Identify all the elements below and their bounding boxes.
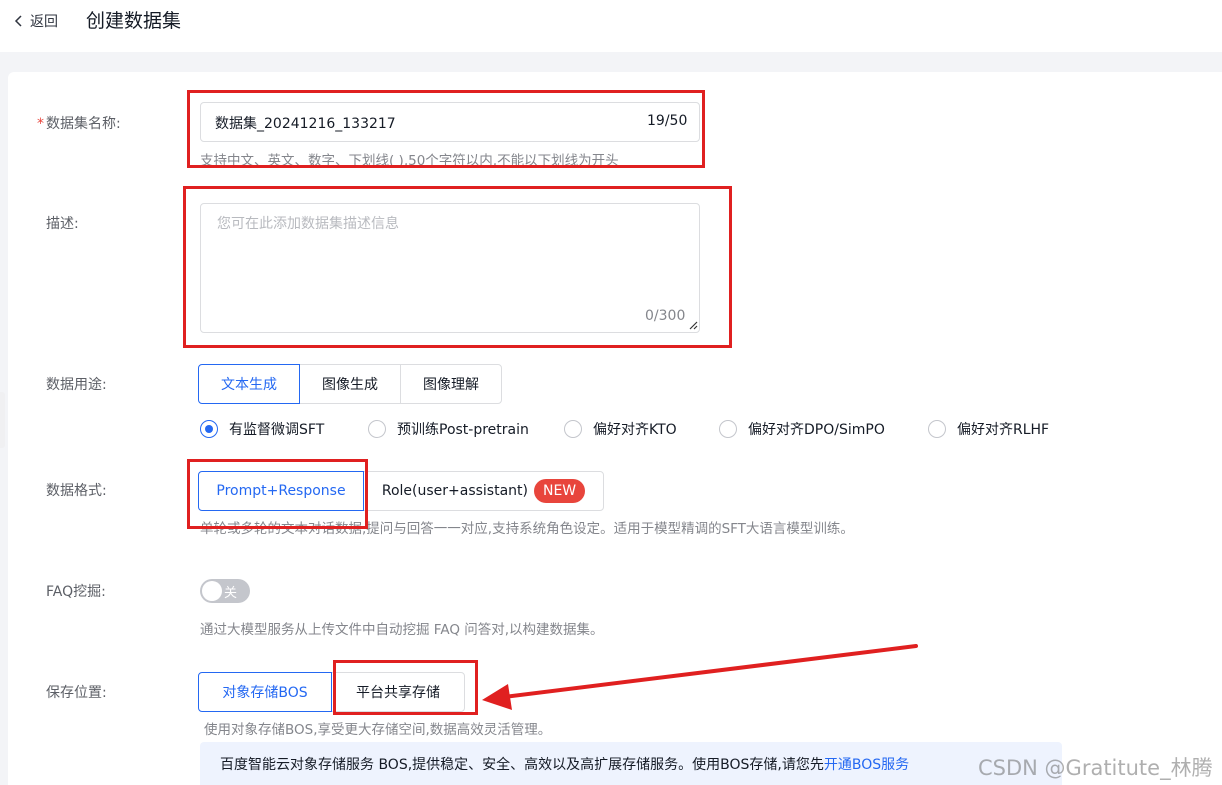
- new-badge: NEW: [533, 479, 586, 503]
- name-counter: 19/50: [647, 113, 688, 129]
- radio-unchecked-icon: [564, 420, 582, 438]
- radio-dpo-simpo[interactable]: 偏好对齐DPO/SimPO: [719, 419, 885, 439]
- tab-text-generation[interactable]: 文本生成: [198, 364, 300, 404]
- description-placeholder: 您可在此添加数据集描述信息: [217, 216, 399, 232]
- radio-checked-icon: [200, 420, 218, 438]
- open-bos-link[interactable]: 开通BOS服务: [824, 757, 909, 773]
- toggle-knob: [202, 581, 222, 601]
- storage-bos[interactable]: 对象存储BOS: [198, 672, 332, 712]
- storage-hint: 使用对象存储BOS,享受更大存储空间,数据高效灵活管理。: [204, 722, 552, 738]
- page-title: 创建数据集: [86, 10, 182, 32]
- storage-info-text: 百度智能云对象存储服务 BOS,提供稳定、安全、高效以及高扩展存储服务。使用BO…: [220, 757, 824, 773]
- tab-image-generation[interactable]: 图像生成: [299, 364, 401, 404]
- page-header: 返回 创建数据集: [0, 0, 1222, 52]
- storage-platform-shared[interactable]: 平台共享存储: [331, 672, 465, 712]
- back-label: 返回: [30, 14, 58, 30]
- resize-handle-icon[interactable]: [688, 320, 698, 330]
- description-counter: 0/300: [645, 308, 686, 324]
- faq-toggle[interactable]: 关: [200, 579, 250, 603]
- tab-image-understanding[interactable]: 图像理解: [400, 364, 502, 404]
- format-options: Prompt+Response Role(user+assistant) NEW: [198, 471, 604, 511]
- name-label: * 数据集名称:: [37, 116, 121, 132]
- usage-tabs: 文本生成 图像生成 图像理解: [198, 364, 502, 404]
- radio-sft[interactable]: 有监督微调SFT: [200, 419, 324, 439]
- radio-post-pretrain[interactable]: 预训练Post-pretrain: [368, 419, 529, 439]
- annotation-arrow-icon: [482, 644, 918, 710]
- faq-hint: 通过大模型服务从上传文件中自动挖掘 FAQ 问答对,以构建数据集。: [200, 622, 604, 638]
- faq-label: FAQ挖掘:: [46, 584, 106, 600]
- format-label: 数据格式:: [46, 483, 107, 499]
- radio-unchecked-icon: [928, 420, 946, 438]
- storage-label: 保存位置:: [46, 685, 107, 701]
- side-collapse-handle[interactable]: [0, 392, 5, 448]
- storage-options: 对象存储BOS 平台共享存储: [198, 672, 465, 712]
- radio-unchecked-icon: [719, 420, 737, 438]
- radio-rlhf[interactable]: 偏好对齐RLHF: [928, 419, 1049, 439]
- toggle-text: 关: [224, 586, 238, 601]
- name-hint: 支持中文、英文、数字、下划线( ),50个字符以内,不能以下划线为开头: [200, 153, 619, 169]
- chevron-left-icon: [14, 15, 22, 27]
- watermark: CSDN @Gratitute_林腾: [978, 756, 1213, 780]
- format-role[interactable]: Role(user+assistant) NEW: [363, 471, 604, 511]
- radio-kto[interactable]: 偏好对齐KTO: [564, 419, 677, 439]
- required-mark: *: [37, 116, 44, 132]
- format-hint: 单轮或多轮的文本对话数据,提问与回答一一对应,支持系统角色设定。适用于模型精调的…: [200, 521, 854, 537]
- storage-info-box: 百度智能云对象存储服务 BOS,提供稳定、安全、高效以及高扩展存储服务。使用BO…: [200, 742, 1062, 785]
- description-label: 描述:: [46, 216, 79, 232]
- name-input-value: 数据集_20241216_133217: [215, 116, 396, 132]
- radio-unchecked-icon: [368, 420, 386, 438]
- usage-label: 数据用途:: [46, 377, 107, 393]
- format-prompt-response[interactable]: Prompt+Response: [198, 471, 364, 511]
- back-button[interactable]: 返回: [12, 10, 58, 32]
